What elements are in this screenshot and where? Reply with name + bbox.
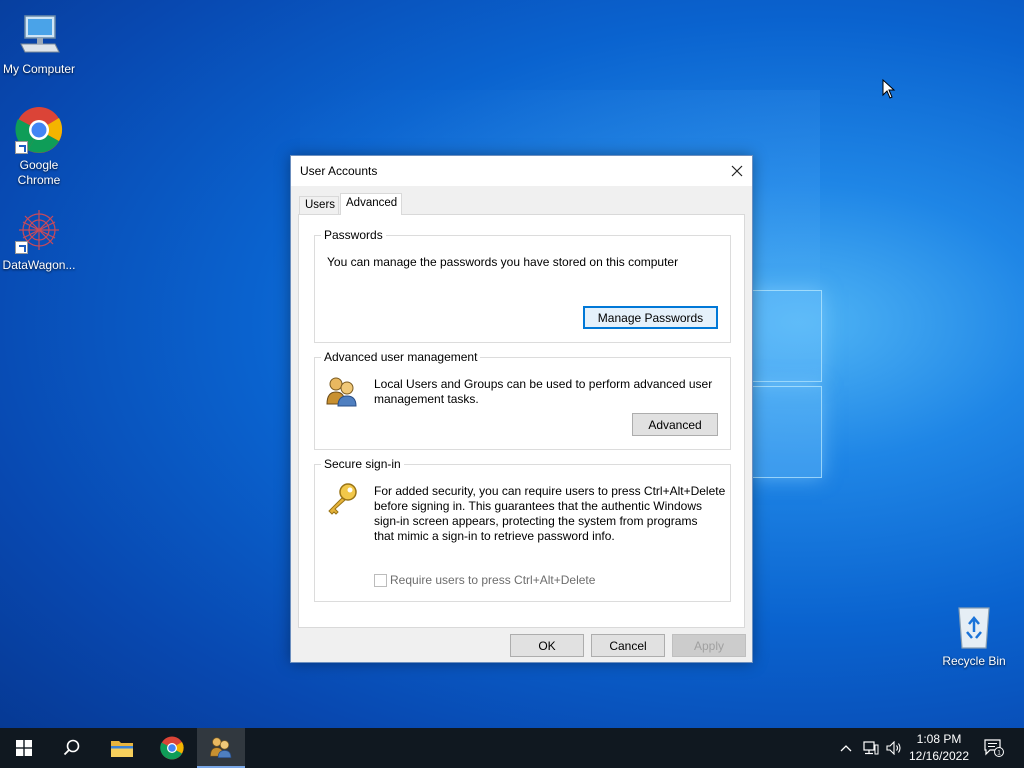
taskbar-file-explorer[interactable] xyxy=(98,728,146,768)
key-icon xyxy=(325,482,359,519)
taskbar-chrome[interactable] xyxy=(148,728,196,768)
search-icon xyxy=(63,739,80,756)
datawagon-icon xyxy=(15,206,63,254)
ok-button[interactable]: OK xyxy=(510,634,584,657)
tab-advanced[interactable]: Advanced xyxy=(340,193,402,215)
secure-sign-in-line2: before signing in. This guarantees that … xyxy=(374,499,702,513)
network-button[interactable] xyxy=(860,728,882,768)
advanced-button[interactable]: Advanced xyxy=(632,413,718,436)
desktop-icon-datawagon[interactable]: DataWagon... xyxy=(0,206,79,273)
tab-users[interactable]: Users xyxy=(299,196,339,215)
clock-time: 1:08 PM xyxy=(916,732,962,746)
desktop-icon-label: Recycle Bin xyxy=(942,654,1006,668)
windows-logo-wallpaper xyxy=(752,290,824,480)
volume-button[interactable] xyxy=(884,728,904,768)
passwords-legend: Passwords xyxy=(321,228,386,242)
user-accounts-dialog: User Accounts Users Advanced Passwords Y… xyxy=(290,155,753,663)
users-group-icon xyxy=(325,374,359,411)
close-button[interactable] xyxy=(722,156,752,186)
speaker-icon xyxy=(886,741,901,755)
mouse-cursor-icon xyxy=(882,78,896,102)
advanced-user-management-line2: management tasks. xyxy=(374,392,479,406)
close-icon xyxy=(731,165,743,177)
shortcut-arrow-icon xyxy=(15,141,28,154)
secure-sign-in-line4: that mimic a sign-in to retrieve passwor… xyxy=(374,529,615,543)
advanced-user-management-line1: Local Users and Groups can be used to pe… xyxy=(374,377,713,391)
require-ctrl-alt-delete-label[interactable]: Require users to press Ctrl+Alt+Delete xyxy=(390,573,595,588)
secure-sign-in-legend: Secure sign-in xyxy=(321,457,404,471)
clock-date: 12/16/2022 xyxy=(908,749,970,763)
notification-icon: 1 xyxy=(984,739,1004,757)
computer-icon xyxy=(15,10,63,58)
taskbar-clock[interactable]: 1:08 PM 12/16/2022 xyxy=(902,731,976,765)
start-button[interactable] xyxy=(0,728,48,768)
desktop-icon-google-chrome[interactable]: Google Chrome xyxy=(0,106,79,188)
recycle-bin-icon xyxy=(950,602,998,650)
show-hidden-icons-button[interactable] xyxy=(836,728,856,768)
shortcut-arrow-icon xyxy=(15,241,28,254)
advanced-user-management-group: Advanced user management Local Users and… xyxy=(314,350,731,450)
search-button[interactable] xyxy=(48,728,96,768)
users-group-icon xyxy=(210,737,232,758)
apply-button[interactable]: Apply xyxy=(672,634,746,657)
network-icon xyxy=(863,741,879,755)
desktop-icon-label: DataWagon... xyxy=(2,258,76,272)
desktop-icon-recycle-bin[interactable]: Recycle Bin xyxy=(934,602,1014,669)
require-ctrl-alt-delete-checkbox[interactable] xyxy=(374,574,387,587)
chevron-up-icon xyxy=(840,745,852,752)
cancel-button[interactable]: Cancel xyxy=(591,634,665,657)
passwords-group: Passwords You can manage the passwords y… xyxy=(314,228,731,343)
dialog-titlebar[interactable]: User Accounts xyxy=(291,156,752,186)
desktop-icon-label: Google Chrome xyxy=(17,158,61,187)
chrome-icon xyxy=(15,106,63,154)
dialog-title: User Accounts xyxy=(300,164,378,178)
manage-passwords-button[interactable]: Manage Passwords xyxy=(583,306,718,329)
notification-count: 1 xyxy=(997,750,1001,757)
windows-start-icon xyxy=(16,740,32,756)
chrome-icon xyxy=(160,736,184,760)
secure-sign-in-line3: sign-in screen appears, protecting the s… xyxy=(374,514,698,528)
secure-sign-in-line1: For added security, you can require user… xyxy=(374,484,726,498)
desktop-icon-label: My Computer xyxy=(2,62,76,76)
taskbar-user-accounts[interactable] xyxy=(197,728,245,768)
advanced-tab-panel: Passwords You can manage the passwords y… xyxy=(298,214,745,628)
taskbar: 1:08 PM 12/16/2022 1 xyxy=(0,728,1024,768)
secure-sign-in-group: Secure sign-in For added security, you c… xyxy=(314,457,731,602)
action-center-button[interactable]: 1 xyxy=(980,728,1008,768)
passwords-description: You can manage the passwords you have st… xyxy=(327,255,679,269)
folder-icon xyxy=(111,741,133,757)
advanced-user-management-legend: Advanced user management xyxy=(321,350,481,364)
desktop-icon-my-computer[interactable]: My Computer xyxy=(0,10,79,77)
